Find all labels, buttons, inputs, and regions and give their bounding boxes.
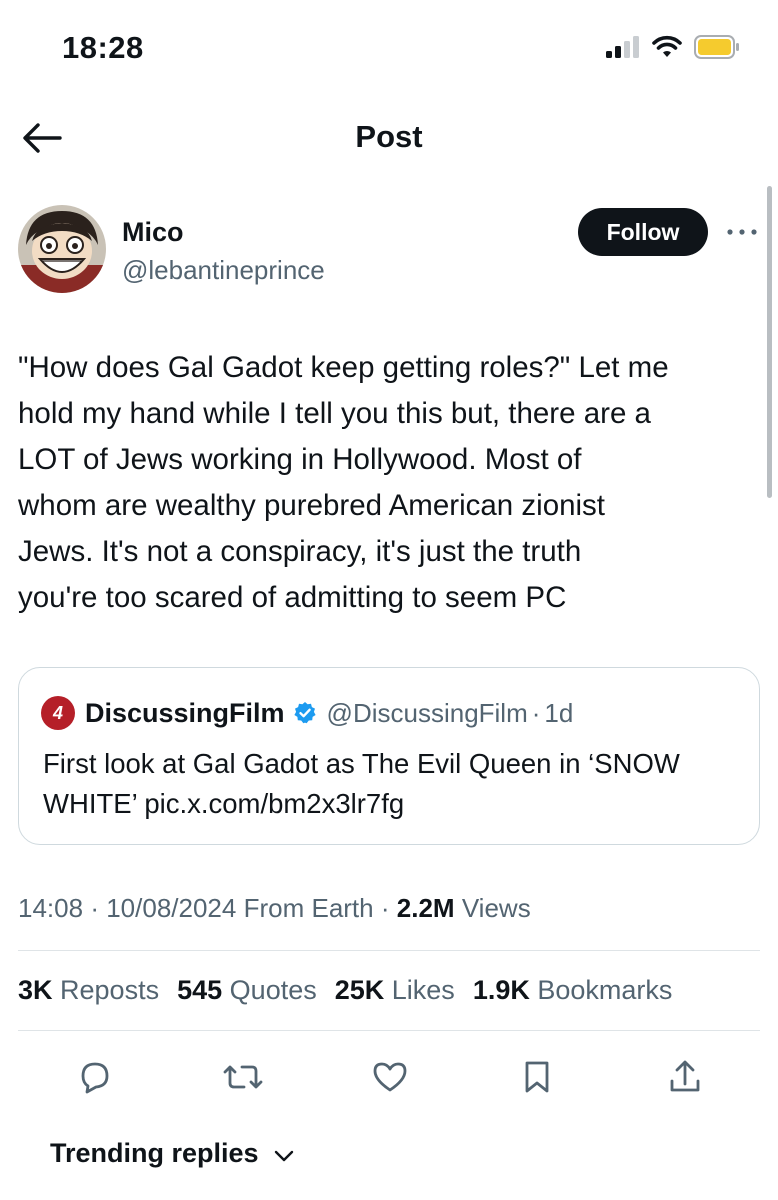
views-count[interactable]: 2.2M bbox=[397, 893, 455, 923]
stat-count: 3K bbox=[18, 975, 53, 1005]
author-handle[interactable]: @lebantineprince bbox=[122, 255, 325, 286]
quoted-post[interactable]: 4 DiscussingFilm @DiscussingFilm · 1d Fi… bbox=[18, 667, 760, 845]
stat-quotes[interactable]: 545 Quotes bbox=[177, 975, 317, 1006]
post-meta: 14:08 · 10/08/2024 From Earth · 2.2M Vie… bbox=[18, 893, 531, 924]
bookmark-icon bbox=[525, 1061, 549, 1093]
post-screen: 18:28 Post Mico @lebantineprince Follow … bbox=[0, 0, 778, 1200]
page-title: Post bbox=[355, 119, 423, 154]
stat-label: Bookmarks bbox=[537, 975, 673, 1005]
status-time: 18:28 bbox=[62, 30, 144, 65]
quoted-avatar[interactable]: 4 bbox=[41, 696, 75, 730]
stat-label: Quotes bbox=[229, 975, 317, 1005]
stat-reposts[interactable]: 3K Reposts bbox=[18, 975, 159, 1006]
avatar-image bbox=[18, 205, 106, 293]
repost-button[interactable] bbox=[218, 1052, 268, 1102]
trending-replies-dropdown[interactable]: Trending replies bbox=[50, 1138, 295, 1169]
stat-bookmarks[interactable]: 1.9K Bookmarks bbox=[473, 975, 673, 1006]
avatar[interactable] bbox=[18, 205, 106, 293]
stat-label: Likes bbox=[391, 975, 455, 1005]
reply-button[interactable] bbox=[70, 1052, 120, 1102]
status-bar: 18:28 bbox=[0, 0, 778, 100]
stat-count: 25K bbox=[334, 975, 385, 1005]
like-button[interactable] bbox=[365, 1052, 415, 1102]
meta-separator: · bbox=[380, 893, 390, 923]
quoted-author-handle[interactable]: @DiscussingFilm bbox=[327, 698, 528, 729]
signal-icon bbox=[606, 36, 639, 58]
author-name[interactable]: Mico bbox=[122, 217, 184, 248]
share-icon bbox=[670, 1060, 700, 1092]
stat-likes[interactable]: 25K Likes bbox=[335, 975, 455, 1006]
wifi-icon bbox=[652, 35, 682, 57]
chevron-down-icon bbox=[274, 1150, 293, 1161]
engagement-stats: 3K Reposts 545 Quotes 25K Likes 1.9K Boo… bbox=[18, 975, 690, 1006]
status-icons bbox=[606, 35, 740, 59]
action-bar bbox=[0, 1052, 778, 1102]
trending-replies-label: Trending replies bbox=[50, 1138, 259, 1168]
stat-count: 1.9K bbox=[472, 975, 530, 1005]
follow-button[interactable]: Follow bbox=[578, 208, 708, 256]
quoted-author-name[interactable]: DiscussingFilm bbox=[85, 698, 285, 729]
top-nav: Post bbox=[0, 100, 778, 175]
post-date: 10/08/2024 bbox=[106, 893, 237, 923]
verified-badge-icon bbox=[293, 701, 317, 725]
repost-icon bbox=[223, 1065, 263, 1089]
post-author: Mico @lebantineprince Follow bbox=[18, 205, 768, 300]
meta-separator: · bbox=[90, 893, 99, 923]
post-source: From Earth bbox=[243, 893, 374, 923]
quoted-separator: · bbox=[531, 697, 541, 728]
quoted-post-header: 4 DiscussingFilm @DiscussingFilm · 1d bbox=[41, 696, 573, 730]
reply-icon bbox=[81, 1062, 109, 1094]
bookmark-button[interactable] bbox=[512, 1052, 562, 1102]
quoted-timestamp[interactable]: 1d bbox=[544, 698, 573, 729]
share-button[interactable] bbox=[660, 1052, 710, 1102]
stat-count: 545 bbox=[177, 975, 223, 1005]
quoted-post-text: First look at Gal Gadot as The Evil Quee… bbox=[43, 748, 680, 819]
divider bbox=[18, 950, 760, 951]
divider bbox=[18, 1030, 760, 1031]
post-time: 14:08 bbox=[18, 893, 84, 923]
post-text: "How does Gal Gadot keep getting roles?"… bbox=[18, 351, 669, 614]
more-options-icon[interactable] bbox=[724, 225, 760, 239]
stat-label: Reposts bbox=[60, 975, 160, 1005]
like-icon bbox=[373, 1062, 407, 1092]
views-label: Views bbox=[461, 893, 531, 923]
battery-icon bbox=[694, 35, 739, 59]
